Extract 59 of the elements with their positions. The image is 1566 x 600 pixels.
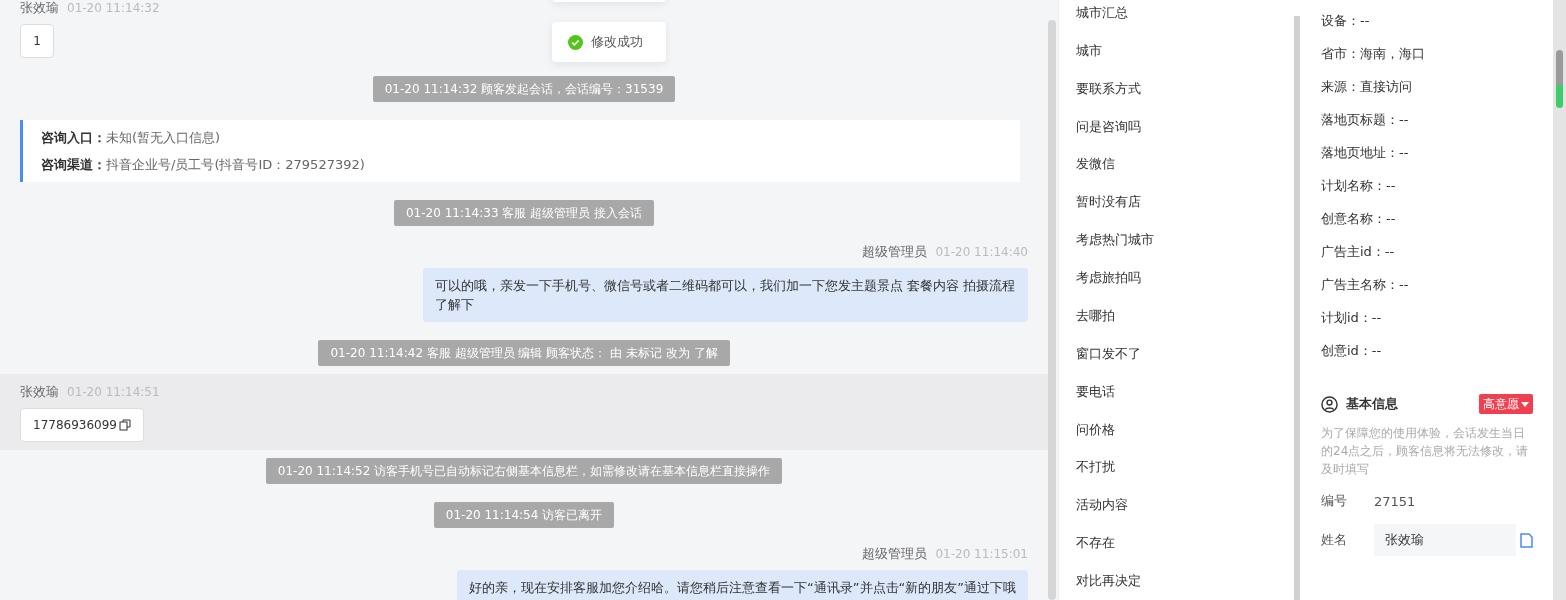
message-time: 01-20 11:14:40 bbox=[935, 244, 1028, 260]
tag-option[interactable]: 窗口发不了 bbox=[1076, 334, 1294, 373]
message-bubble: 好的亲，现在安排客服加您介绍哈。请您稍后注意查看一下“通讯录”并点击“新的朋友”通过下哦 bbox=[457, 570, 1028, 600]
field-label: 编号 bbox=[1321, 492, 1348, 510]
sender-name: 张效瑜 bbox=[20, 0, 59, 16]
user-circle-icon bbox=[1321, 395, 1338, 413]
field-label: 姓名 bbox=[1321, 531, 1348, 549]
tag-option[interactable]: 活动内容 bbox=[1076, 486, 1294, 525]
source-info-line: 落地页标题：-- bbox=[1321, 111, 1409, 128]
caret-icon bbox=[1521, 401, 1529, 407]
message-time: 01-20 11:14:32 bbox=[67, 0, 160, 16]
sender-name: 超级管理员 bbox=[862, 244, 928, 260]
source-info-line: 落地页地址：-- bbox=[1321, 144, 1409, 161]
message-bubble: 可以的哦，亲发一下手机号、微信号或者二维码都可以，我们加一下您发主题景点 套餐内容 拍摄流程了解下 bbox=[423, 268, 1028, 322]
system-notice: 01-20 11:14:33 客服 超级管理员 接入会话 bbox=[394, 200, 654, 226]
tag-option[interactable]: 问是咨询吗 bbox=[1076, 107, 1294, 146]
section-title: 基本信息 bbox=[1346, 395, 1399, 413]
toast-text: 修改成功 bbox=[591, 33, 643, 51]
system-notice: 01-20 11:14:42 客服 超级管理员 编辑 顾客状态： 由 未标记 改为 了解 bbox=[318, 340, 730, 366]
edit-deadline-hint: 为了保障您的使用体验，会话发生当日的24点之后，顾客信息将无法修改，请及时填写 bbox=[1321, 425, 1530, 478]
info-line: 咨询渠道：抖音企业号/员工号(抖音号ID：279527392) bbox=[41, 156, 366, 174]
info-line: 咨询入口：未知(暂无入口信息) bbox=[41, 129, 222, 147]
source-info-line: 广告主名称：-- bbox=[1321, 276, 1409, 293]
field-value: 27151 bbox=[1374, 493, 1416, 509]
tag-option[interactable]: 暂时没有店 bbox=[1076, 183, 1294, 222]
tag-option[interactable]: 发微信 bbox=[1076, 145, 1294, 184]
source-info-line: 创意名称：-- bbox=[1321, 210, 1396, 227]
tag-option[interactable]: 不打扰 bbox=[1076, 448, 1294, 487]
source-info-line: 创意id：-- bbox=[1321, 342, 1382, 359]
source-info-line: 计划id：-- bbox=[1321, 309, 1382, 326]
source-info-line: 计划名称：-- bbox=[1321, 177, 1396, 194]
message-time: 01-20 11:15:01 bbox=[935, 546, 1028, 562]
tag-option[interactable]: 要联系方式 bbox=[1076, 69, 1294, 108]
system-notice: 01-20 11:14:32 顾客发起会话，会话编号：31539 bbox=[372, 76, 676, 102]
tag-option[interactable]: 要电话 bbox=[1076, 372, 1294, 411]
source-info-line: 设备：-- bbox=[1321, 12, 1370, 29]
source-info-line: 广告主id：-- bbox=[1321, 243, 1395, 260]
message-text: 17786936099 bbox=[33, 418, 117, 432]
scrollbar-thumb[interactable] bbox=[1556, 50, 1563, 108]
tag-option[interactable]: 城市汇总 bbox=[1076, 0, 1294, 32]
tag-option[interactable]: 问价格 bbox=[1076, 410, 1294, 449]
source-info-line: 省市：海南，海口 bbox=[1321, 45, 1425, 62]
tag-option[interactable]: 去哪拍 bbox=[1076, 297, 1294, 335]
copy-icon[interactable] bbox=[1520, 532, 1533, 548]
tag-option[interactable]: 城市 bbox=[1076, 31, 1294, 70]
check-circle-icon bbox=[568, 34, 583, 50]
tag-option[interactable]: 不存在 bbox=[1076, 524, 1294, 563]
tag-option[interactable]: 考虑旅拍吗 bbox=[1076, 259, 1294, 297]
sender-name: 超级管理员 bbox=[862, 546, 928, 562]
system-notice: 01-20 11:14:54 访客已离开 bbox=[433, 502, 615, 528]
tag-option[interactable]: 对比再决定 bbox=[1076, 562, 1294, 600]
name-input[interactable]: 张效瑜 bbox=[1374, 524, 1516, 556]
sender-name: 张效瑜 bbox=[20, 384, 59, 400]
copy-icon[interactable] bbox=[119, 419, 131, 431]
tag-option[interactable]: 考虑热门城市 bbox=[1076, 221, 1294, 260]
source-info-line: 来源：直接访问 bbox=[1321, 78, 1412, 95]
system-notice: 01-20 11:14:52 访客手机号已自动标记右侧基本信息栏，如需修改请在基本信息栏直接操作 bbox=[265, 458, 783, 484]
intent-dropdown[interactable]: 高意愿 bbox=[1479, 394, 1533, 414]
message-text: 1 bbox=[33, 34, 41, 48]
